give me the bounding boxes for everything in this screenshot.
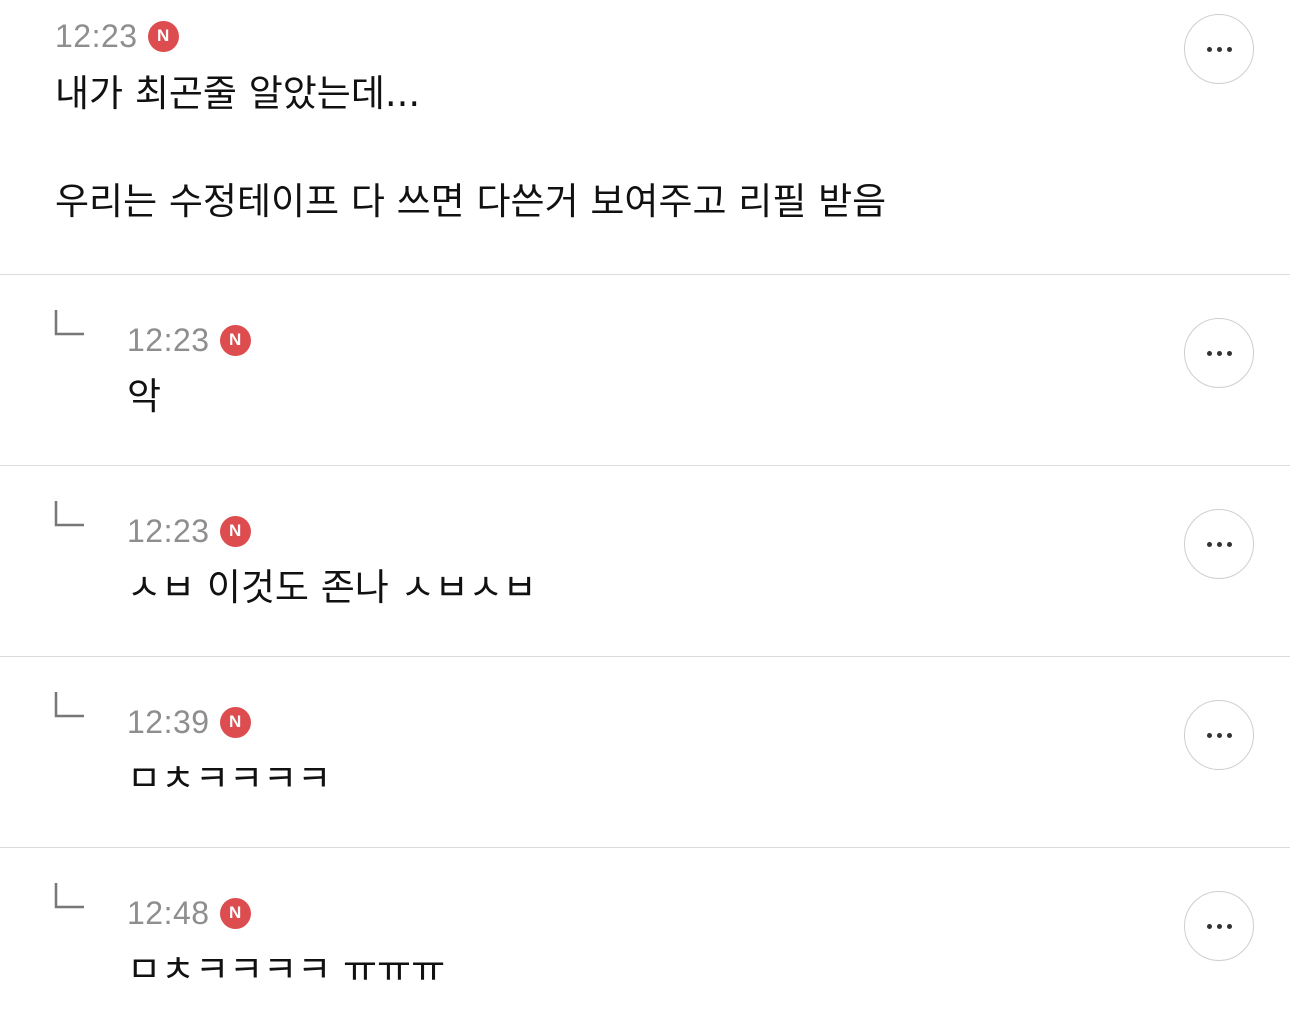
comment-meta: 12:23 N [127,320,251,360]
comment-text: 내가 최곤줄 알았는데... 우리는 수정테이프 다 쓰면 다쓴거 보여주고 리… [55,72,887,223]
comment-meta: 12:23 N [127,511,251,551]
more-options-button[interactable] [1184,318,1254,388]
more-horizontal-icon [1206,350,1232,356]
comment-text: 악 [127,375,162,418]
new-badge: N [219,706,251,738]
more-options-button[interactable] [1184,891,1254,961]
more-options-button[interactable] [1184,14,1254,84]
reply-arrow-icon [54,692,84,718]
more-options-button[interactable] [1184,509,1254,579]
reply-arrow-icon [54,501,84,527]
comment-meta: 12:39 N [127,702,251,742]
comment-text: ㅁㅊㅋㅋㅋㅋ [127,757,332,800]
more-options-button[interactable] [1184,700,1254,770]
more-horizontal-icon [1206,541,1232,547]
comment-time: 12:48 [127,894,210,931]
more-horizontal-icon [1206,923,1232,929]
comment-time: 12:23 [55,17,138,54]
reply-item: 12:23 N ㅅㅂ 이것도 존나 ㅅㅂㅅㅂ [0,466,1290,657]
comment-time: 12:23 [127,512,210,549]
comment-text: ㅁㅊㅋㅋㅋㅋ ㅠㅠㅠ [127,948,446,991]
reply-arrow-icon [54,883,84,909]
reply-item: 12:39 N ㅁㅊㅋㅋㅋㅋ [0,657,1290,848]
comment-time: 12:39 [127,703,210,740]
comment-meta: 12:23 N [55,16,179,56]
comment-text: ㅅㅂ 이것도 존나 ㅅㅂㅅㅂ [127,566,537,609]
new-badge: N [147,20,179,52]
new-badge: N [219,324,251,356]
reply-item: 12:48 N ㅁㅊㅋㅋㅋㅋ ㅠㅠㅠ [0,848,1290,1012]
reply-arrow-icon [54,310,84,336]
more-horizontal-icon [1206,732,1232,738]
comment-time: 12:23 [127,321,210,358]
more-horizontal-icon [1206,46,1232,52]
new-badge: N [219,515,251,547]
comment-item: 12:23 N 내가 최곤줄 알았는데... 우리는 수정테이프 다 쓰면 다쓴… [0,0,1290,275]
new-badge: N [219,897,251,929]
reply-item: 12:23 N 악 [0,275,1290,466]
comment-meta: 12:48 N [127,893,251,933]
